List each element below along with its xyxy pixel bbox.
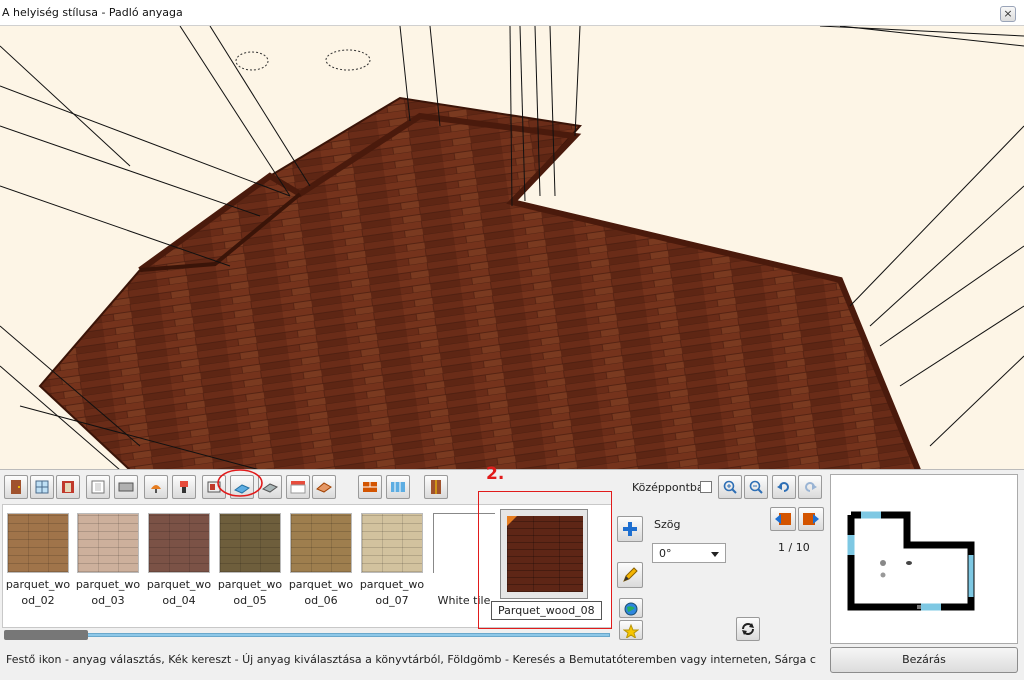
annotation-two: 2.: [486, 464, 505, 484]
room-style-dialog: A helyiség stílusa - Padló anyaga × Közé…: [0, 0, 1024, 680]
worktop-icon: [316, 482, 332, 493]
window-category-button[interactable]: [30, 475, 54, 499]
title-bar: A helyiség stílusa - Padló anyaga ×: [0, 0, 1024, 26]
page-indicator: 1 / 10: [778, 541, 810, 554]
material-swatch: [148, 513, 210, 573]
redo-icon: [805, 482, 817, 492]
zoom-in-button[interactable]: [718, 475, 742, 499]
material-item[interactable]: parquet_wood_05: [217, 513, 283, 609]
wall-paint-icon: [62, 481, 74, 493]
material-label: parquet_wood_07: [359, 578, 425, 607]
window-title: A helyiség stílusa - Padló anyaga: [2, 6, 183, 19]
add-material-button[interactable]: [617, 516, 643, 542]
brick-icon: [363, 482, 377, 492]
material-swatch: [361, 513, 423, 573]
3d-viewport[interactable]: [0, 26, 1024, 470]
curtain-category-button[interactable]: [286, 475, 310, 499]
search-online-button[interactable]: [619, 598, 643, 618]
cabinet-icon: [118, 482, 134, 492]
next-page-button[interactable]: [798, 507, 824, 531]
frame-category-button[interactable]: [86, 475, 110, 499]
floor-plan-drawing: [847, 511, 975, 611]
material-swatch: [290, 513, 352, 573]
material-label: parquet_wood_02: [5, 578, 71, 607]
floor-plan-preview[interactable]: [830, 474, 1018, 644]
zoom-out-icon: [749, 480, 763, 494]
previous-page-button[interactable]: [770, 507, 796, 531]
curtain-icon: [290, 481, 306, 494]
center-label: Középpontba: [632, 481, 704, 494]
material-label: parquet_wood_04: [146, 578, 212, 607]
material-item[interactable]: parquet_wood_06: [288, 513, 354, 609]
paint-category-button[interactable]: [172, 475, 196, 499]
prev-brick-icon: [775, 513, 791, 525]
tile-icon: [391, 482, 405, 492]
room-render: [0, 26, 1024, 469]
worktop-category-button[interactable]: [312, 475, 336, 499]
material-label: parquet_wood_06: [288, 578, 354, 607]
tile-category-button[interactable]: [386, 475, 410, 499]
zoom-in-icon: [723, 480, 737, 494]
center-checkbox[interactable]: [700, 481, 712, 493]
undo-icon: [777, 482, 789, 492]
material-item[interactable]: parquet_wood_04: [146, 513, 212, 609]
door-category-button[interactable]: [4, 475, 28, 499]
undo-button[interactable]: [772, 475, 796, 499]
annotation-circle: [217, 469, 263, 497]
angle-label: Szög: [654, 518, 681, 531]
globe-icon: [624, 602, 638, 616]
material-label: parquet_wood_03: [75, 578, 141, 607]
redo-button[interactable]: [798, 475, 822, 499]
brick-category-button[interactable]: [358, 475, 382, 499]
material-item[interactable]: parquet_wood_07: [359, 513, 425, 609]
wall-color-category-button[interactable]: [56, 475, 80, 499]
refresh-button[interactable]: [736, 617, 760, 641]
material-scrollbar[interactable]: [4, 629, 610, 641]
close-button[interactable]: Bezárás: [830, 647, 1018, 673]
cabinet-category-button[interactable]: [114, 475, 138, 499]
material-category-toolbar: Középpontba: [0, 472, 826, 502]
lamp-category-button[interactable]: [144, 475, 168, 499]
scroll-track[interactable]: [4, 633, 610, 637]
pencil-icon: [623, 567, 638, 582]
material-item[interactable]: parquet_wood_03: [75, 513, 141, 609]
blue-cross-icon: [623, 522, 637, 536]
window-close-button[interactable]: ×: [1000, 6, 1016, 22]
material-swatch: [219, 513, 281, 573]
material-item[interactable]: parquet_wood_02: [5, 513, 71, 609]
scroll-thumb[interactable]: [4, 630, 88, 640]
lamp-icon: [151, 485, 161, 493]
frame-icon: [91, 480, 105, 494]
angle-select[interactable]: 0°: [652, 543, 726, 563]
new-material-button[interactable]: [619, 620, 643, 640]
wardrobe-icon: [431, 480, 441, 494]
status-hint: Festő ikon - anyag választás, Kék keresz…: [6, 653, 816, 666]
door-icon: [11, 480, 21, 494]
chevron-down-icon: [711, 552, 719, 557]
zoom-out-button[interactable]: [744, 475, 768, 499]
refresh-icon: [742, 623, 754, 635]
edit-material-button[interactable]: [617, 562, 643, 588]
next-brick-icon: [803, 513, 819, 525]
material-swatch: [77, 513, 139, 573]
wardrobe-category-button[interactable]: [424, 475, 448, 499]
paint-bucket-icon: [180, 481, 188, 493]
star-icon: [623, 624, 639, 638]
material-swatch: [7, 513, 69, 573]
angle-value: 0°: [659, 547, 672, 560]
material-label: parquet_wood_05: [217, 578, 283, 607]
annotation-rect: [478, 491, 612, 629]
window-icon: [35, 480, 49, 494]
